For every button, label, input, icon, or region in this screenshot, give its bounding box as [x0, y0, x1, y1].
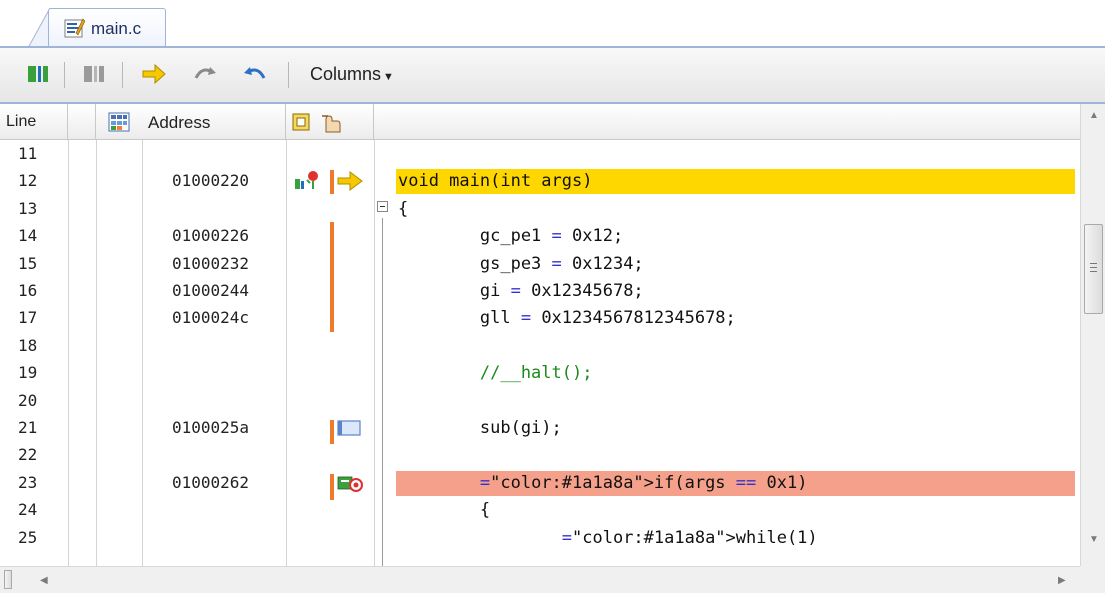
code-row[interactable]: 25 ="color:#1a1a8a">while(1)	[0, 524, 1080, 551]
bookmark-icon[interactable]	[336, 419, 364, 437]
line-number: 23	[18, 472, 38, 492]
address-grid-icon	[108, 112, 130, 132]
go-to-current-pc-icon[interactable]	[140, 60, 168, 88]
line-number: 20	[18, 390, 38, 410]
line-number: 24	[18, 500, 38, 520]
line-number: 17	[18, 308, 38, 328]
event-column-icon	[292, 113, 310, 131]
code-text: ="color:#1a1a8a">if(args == 0x1)	[479, 472, 808, 493]
scroll-down-icon[interactable]: ▼	[1089, 534, 1099, 545]
column-header: Line Address	[0, 104, 1080, 140]
chevron-down-icon: ▼	[383, 71, 394, 83]
column-header-events[interactable]	[286, 104, 374, 140]
show-source-icon[interactable]	[24, 60, 52, 88]
code-row[interactable]: 22	[0, 441, 1080, 468]
show-disassembly-icon[interactable]	[80, 60, 108, 88]
code-text: void main(int args)	[398, 171, 592, 191]
step-over-icon[interactable]	[192, 60, 220, 88]
back-icon[interactable]	[240, 60, 268, 88]
code-row[interactable]: 17 0100024c gll = 0x1234567812345678;	[0, 304, 1080, 331]
line-number: 21	[18, 418, 38, 437]
address-cell: 0100025a	[172, 418, 250, 437]
code-row[interactable]: 19 //__halt();	[0, 359, 1080, 386]
code-row[interactable]: 16 01000244 gi = 0x12345678;	[0, 277, 1080, 304]
scrollbar-corner	[1080, 566, 1105, 593]
address-cell: 0100024c	[172, 308, 250, 328]
code-row[interactable]: 21 0100025a sub(gi);	[0, 414, 1080, 441]
line-number: 13	[18, 198, 38, 218]
line-number: 22	[18, 445, 38, 465]
code-text: gll = 0x1234567812345678;	[398, 308, 736, 329]
code-row[interactable]: 14 01000226 gc_pe1 = 0x12;	[0, 222, 1080, 249]
column-header-blank[interactable]	[68, 104, 96, 140]
code-row[interactable]: 15 01000232 gs_pe3 = 0x1234;	[0, 250, 1080, 277]
line-number: 11	[18, 144, 38, 163]
vertical-scrollbar[interactable]: ▲ ▼	[1080, 104, 1105, 566]
code-row[interactable]: 20	[0, 387, 1080, 414]
address-cell: 01000232	[172, 253, 250, 273]
address-cell: 01000262	[172, 472, 250, 492]
toolbar-separator	[64, 62, 65, 88]
address-cell: 01000244	[172, 281, 250, 300]
column-header-address[interactable]: Address	[96, 104, 286, 140]
hand-pointer-icon	[322, 115, 341, 133]
source-pane[interactable]: 11 12 01000220 void main(int args) 13 { …	[0, 140, 1080, 566]
line-number: 14	[18, 226, 38, 246]
code-row[interactable]: 18	[0, 332, 1080, 359]
line-number: 16	[18, 281, 38, 300]
code-row-current[interactable]: 12 01000220 void main(int args)	[0, 167, 1080, 195]
column-header-address-label: Address	[148, 113, 211, 132]
line-number: 25	[18, 527, 38, 547]
line-number: 12	[18, 171, 38, 191]
scroll-right-icon[interactable]: ▶	[1058, 575, 1066, 586]
columns-menu-button[interactable]: Columns ▼	[310, 64, 394, 85]
tab-strip: main.c	[0, 0, 1105, 48]
code-row-breakpoint[interactable]: 23 01000262 ="color:#1a1a8a">if(args == …	[0, 469, 1080, 496]
code-row[interactable]: 24 {	[0, 496, 1080, 523]
toolbar: Columns ▼	[0, 48, 1105, 104]
current-pc-arrow-icon	[337, 171, 363, 192]
column-header-line[interactable]: Line	[0, 104, 68, 140]
column-header-line-label: Line	[6, 113, 37, 130]
address-cell: 01000220	[172, 171, 250, 191]
code-text: ="color:#1a1a8a">while(1)	[561, 527, 818, 548]
line-number: 15	[18, 253, 38, 273]
address-cell: 01000226	[172, 226, 250, 246]
code-text: gi = 0x12345678;	[398, 281, 644, 301]
collapse-toggle-icon[interactable]	[377, 200, 388, 212]
event-set-icon[interactable]	[293, 169, 323, 193]
code-text: sub(gi);	[398, 418, 562, 438]
code-text: gs_pe3 = 0x1234;	[398, 253, 644, 274]
code-row[interactable]: 11	[0, 140, 1080, 167]
toolbar-separator	[288, 62, 289, 88]
breakpoint-event-icon[interactable]	[336, 471, 366, 495]
source-file-icon	[64, 18, 85, 38]
code-text: {	[398, 198, 409, 219]
horizontal-scrollbar[interactable]: ◀ ▶	[0, 566, 1080, 593]
horizontal-scroll-thumb[interactable]	[4, 570, 12, 589]
vertical-scroll-thumb[interactable]	[1084, 224, 1103, 314]
code-text: {	[398, 500, 491, 521]
scroll-left-icon[interactable]: ◀	[40, 575, 48, 586]
toolbar-separator	[122, 62, 123, 88]
tab-label: main.c	[91, 19, 142, 38]
line-number: 19	[18, 363, 38, 383]
tab-main-c[interactable]: main.c	[48, 8, 166, 48]
code-line-12: void main(int args)	[398, 171, 593, 192]
line-number: 18	[18, 335, 38, 355]
scroll-up-icon[interactable]: ▲	[1089, 110, 1099, 121]
code-comment: //__halt();	[398, 363, 593, 384]
columns-label: Columns	[310, 64, 382, 84]
code-row[interactable]: 13 {	[0, 195, 1080, 222]
code-text: gc_pe1 = 0x12;	[398, 226, 624, 247]
